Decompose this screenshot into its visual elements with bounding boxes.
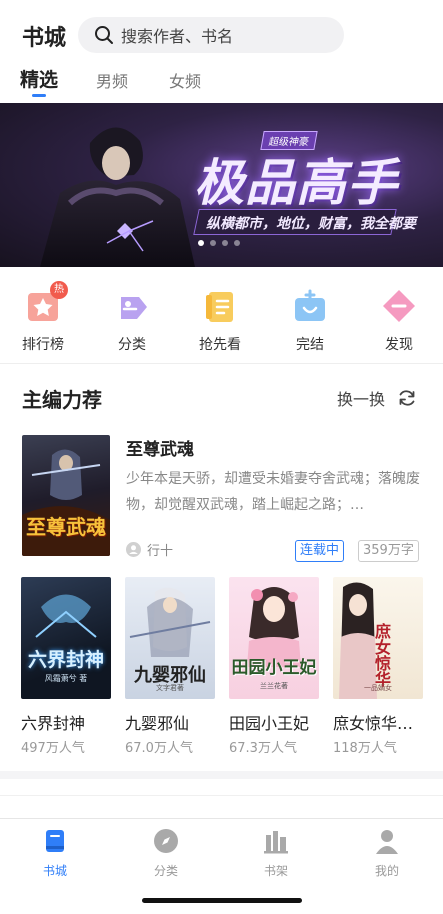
refresh-label: 换一换 [337, 390, 386, 409]
quick-nav-ranking[interactable]: 热 排行榜 [7, 280, 79, 354]
banner-slogan: 纵横都市，地位，财富，我全都要 [206, 216, 416, 232]
quick-nav-category[interactable]: 分类 [96, 280, 168, 354]
status-badge: 连载中 [295, 540, 345, 562]
quick-nav: 热 排行榜 分类 抢先看 完结 发现 [0, 280, 443, 360]
cover-title: 六界封神 [27, 649, 104, 671]
author-icon [126, 542, 141, 557]
completed-icon [291, 287, 329, 325]
tabbar-bookstore[interactable]: 书城 [25, 827, 85, 879]
section-divider [0, 771, 443, 779]
quick-nav-label: 排行榜 [22, 337, 64, 353]
quick-nav-preview[interactable]: 抢先看 [184, 280, 256, 354]
book-cover: 庶女惊华 一品嫡女 [333, 577, 423, 699]
pagination-dot[interactable] [198, 240, 204, 246]
pagination-dot[interactable] [210, 240, 216, 246]
tabbar-label: 分类 [153, 864, 178, 878]
quick-nav-completed[interactable]: 完结 [274, 280, 346, 354]
tabbar-category[interactable]: 分类 [136, 827, 196, 879]
book-popularity: 497万人气 [21, 741, 85, 756]
banner-pagination [198, 240, 240, 246]
tab-female[interactable]: 女频 [169, 68, 201, 92]
book-card[interactable]: 庶女惊华 一品嫡女 庶女惊华… 118万人气 [333, 577, 423, 756]
refresh-icon [399, 390, 415, 406]
tab-featured[interactable]: 精选 [20, 65, 58, 92]
home-indicator [142, 898, 302, 903]
author-name: 行十 [147, 544, 174, 559]
search-placeholder: 搜索作者、书名 [121, 27, 234, 46]
bookshelf-icon [264, 831, 288, 854]
book-popularity: 67.0万人气 [125, 741, 193, 756]
tabbar-label: 书架 [263, 864, 288, 878]
quick-nav-discover[interactable]: 发现 [363, 280, 435, 354]
category-icon [113, 287, 151, 325]
book-card[interactable]: 田园小王妃 兰兰花著 田园小王妃 67.3万人气 [229, 577, 319, 756]
tabbar-label: 我的 [374, 864, 399, 878]
cover-author: 兰兰花著 [260, 682, 288, 690]
next-section-placeholder [0, 795, 443, 817]
book-card[interactable]: 六界封神 风霜萧兮 著 六界封神 497万人气 [21, 577, 111, 756]
book-cover: 九婴邪仙 文字君著 [125, 577, 215, 699]
book-title: 庶女惊华… [333, 714, 414, 733]
discover-icon [380, 287, 418, 325]
book-title: 田园小王妃 [229, 714, 310, 733]
promo-banner[interactable]: 超级神豪 极品高手 纵横都市，地位，财富，我全都要 [0, 103, 443, 267]
pagination-dot[interactable] [222, 240, 228, 246]
featured-book-cover[interactable]: 至尊武魂 [22, 435, 110, 556]
search-input[interactable]: 搜索作者、书名 [78, 17, 344, 53]
top-header: 书城 搜索作者、书名 [0, 0, 443, 68]
book-popularity: 118万人气 [333, 741, 397, 756]
cover-title: 田园小王妃 [231, 658, 317, 678]
refresh-button[interactable]: 换一换 [337, 386, 417, 410]
cover-title: 庶女惊华 [372, 623, 391, 687]
bookstore-icon [46, 830, 64, 852]
word-count-badge: 359万字 [358, 540, 419, 562]
book-popularity: 67.3万人气 [229, 741, 297, 756]
section-title: 主编力荐 [22, 388, 102, 412]
quick-nav-label: 分类 [118, 337, 146, 353]
book-title: 九婴邪仙 [125, 714, 190, 733]
tab-male[interactable]: 男频 [96, 68, 128, 92]
pagination-dot[interactable] [234, 240, 240, 246]
section-divider [0, 363, 443, 364]
featured-book-author: 行十 [126, 540, 173, 559]
tabbar-profile[interactable]: 我的 [357, 827, 417, 879]
quick-nav-label: 发现 [385, 337, 413, 353]
profile-icon [376, 830, 398, 854]
active-tab-indicator [32, 94, 46, 97]
tabbar-label: 书城 [42, 864, 67, 878]
tabbar-bookshelf[interactable]: 书架 [246, 827, 306, 879]
book-title: 六界封神 [21, 714, 86, 733]
compass-icon [154, 829, 178, 853]
banner-title: 极品高手 [194, 154, 398, 212]
quick-nav-label: 抢先看 [199, 337, 241, 353]
page-title: 书城 [22, 26, 67, 51]
search-icon [95, 26, 113, 44]
cover-title: 至尊武魂 [26, 515, 106, 539]
quick-nav-label: 完结 [296, 337, 324, 353]
cover-author: 文字君著 [156, 684, 184, 692]
book-cover: 六界封神 风霜萧兮 著 [21, 577, 111, 699]
channel-tabs: 精选 男频 女频 [0, 68, 443, 100]
cover-author: 风霜萧兮 著 [44, 674, 88, 683]
banner-character-art [40, 127, 195, 267]
book-cover: 田园小王妃 兰兰花著 [229, 577, 319, 699]
hot-badge: 热 [50, 281, 68, 299]
featured-book-description: 少年本是天骄，却遭受未婚妻夺舍武魂；落魄废物，却觉醒双武魂，踏上崛起之路；… [126, 471, 420, 513]
featured-book-title[interactable]: 至尊武魂 [126, 435, 194, 460]
ranking-icon: 热 [24, 281, 68, 325]
cover-author: 一品嫡女 [364, 684, 392, 692]
book-card[interactable]: 九婴邪仙 文字君著 九婴邪仙 67.0万人气 [125, 577, 215, 756]
preview-icon [201, 287, 239, 325]
